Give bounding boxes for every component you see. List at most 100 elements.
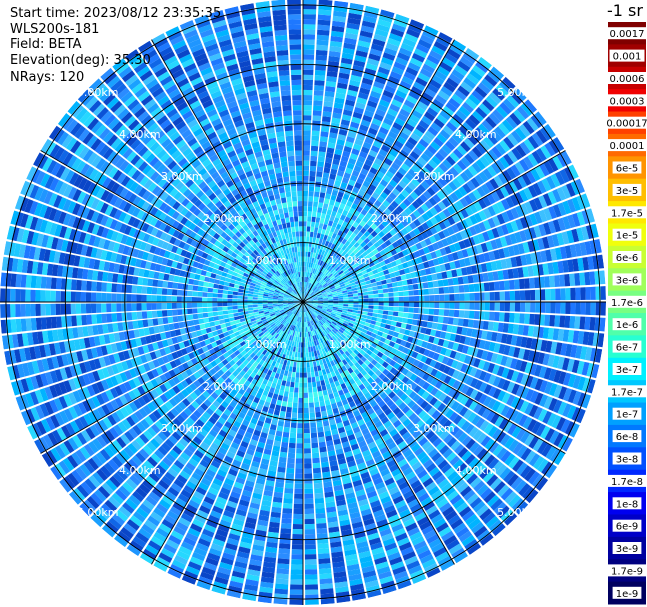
- data-gate: [303, 0, 317, 5]
- data-gate: [393, 306, 399, 312]
- data-gate: [317, 385, 322, 392]
- data-gate: [303, 64, 314, 70]
- data-gate: [284, 421, 291, 428]
- data-gate: [309, 402, 315, 408]
- data-gate: [306, 231, 310, 237]
- data-gate: [309, 236, 313, 243]
- data-gate: [275, 578, 289, 585]
- data-gate: [393, 296, 399, 302]
- data-gate: [293, 508, 303, 515]
- data-gate: [293, 397, 298, 403]
- data-gate: [292, 407, 298, 413]
- data-gate: [494, 291, 500, 301]
- data-gate: [347, 294, 354, 297]
- data-gate: [534, 277, 540, 289]
- data-gate: [477, 320, 484, 330]
- data-gate: [482, 321, 489, 330]
- data-gate: [386, 319, 392, 325]
- data-gate: [462, 318, 469, 327]
- data-gate: [319, 578, 333, 585]
- data-gate: [447, 317, 454, 325]
- data-gate: [406, 278, 413, 285]
- data-gate: [413, 289, 419, 296]
- data-gate: [317, 227, 323, 234]
- data-gate: [333, 300, 339, 302]
- data-gate: [320, 456, 329, 463]
- data-gate: [307, 341, 311, 348]
- data-gate: [421, 275, 428, 283]
- data-gate: [377, 313, 383, 319]
- data-gate: [575, 287, 581, 300]
- data-gate: [303, 94, 313, 101]
- data-gate: [579, 316, 586, 330]
- data-gate: [315, 502, 325, 509]
- data-gate: [308, 346, 311, 353]
- data-gate: [468, 310, 475, 319]
- data-gate: [312, 381, 317, 388]
- data-gate: [285, 477, 294, 484]
- data-gate: [448, 286, 455, 294]
- data-gate: [280, 523, 292, 529]
- data-gate: [280, 385, 286, 391]
- data-gate: [392, 316, 398, 322]
- data-gate: [504, 302, 511, 312]
- data-gate: [383, 306, 389, 311]
- data-gate: [316, 212, 322, 218]
- data-gate: [303, 49, 315, 55]
- data-gate: [304, 438, 311, 444]
- data-gate: [295, 377, 300, 383]
- data-gate: [314, 80, 325, 86]
- data-gate: [434, 294, 440, 302]
- data-gate: [299, 377, 303, 383]
- data-gate: [458, 285, 465, 293]
- data-gate: [380, 322, 386, 328]
- data-gate: [362, 291, 369, 296]
- data-gate: [290, 569, 303, 575]
- data-gate: [499, 302, 505, 312]
- data-gate: [308, 201, 313, 207]
- data-gate: [304, 478, 313, 484]
- data-gate: [303, 367, 307, 373]
- data-gate: [393, 302, 399, 307]
- data-gate: [303, 44, 315, 50]
- data-gate: [304, 498, 314, 504]
- data-gate: [479, 302, 485, 311]
- data-gate: [324, 378, 330, 385]
- data-gate: [317, 14, 331, 21]
- data-gate: [281, 436, 289, 443]
- data-gate: [296, 448, 303, 454]
- data-gate: [382, 288, 389, 293]
- data-gate: [289, 437, 296, 444]
- data-gate: [403, 302, 410, 307]
- data-gate: [303, 216, 307, 222]
- data-gate: [363, 295, 369, 299]
- data-gate: [303, 392, 309, 398]
- data-gate: [509, 302, 516, 312]
- data-gate: [407, 313, 414, 319]
- data-gate: [291, 412, 298, 418]
- data-gate: [306, 352, 309, 358]
- data-gate: [318, 197, 325, 204]
- data-gate: [493, 312, 500, 322]
- data-gate: [311, 211, 317, 218]
- data-gate: [454, 293, 460, 301]
- data-gate: [550, 302, 556, 314]
- data-gate: [276, 563, 290, 570]
- data-gate: [304, 533, 316, 540]
- data-gate: [413, 295, 420, 302]
- data-gate: [290, 427, 297, 434]
- data-gate: [305, 246, 309, 252]
- data-gate: [319, 583, 334, 590]
- data-gate: [508, 279, 515, 290]
- data-gate: [513, 279, 520, 290]
- data-gate: [387, 310, 394, 316]
- data-gate: [303, 428, 310, 434]
- data-gate: [322, 172, 330, 179]
- data-gate: [504, 312, 510, 323]
- data-gate: [313, 105, 323, 112]
- data-gate: [279, 410, 286, 417]
- data-gate: [281, 400, 288, 407]
- data-gate: [368, 294, 374, 299]
- data-gate: [319, 218, 325, 224]
- data-gate: [535, 302, 541, 313]
